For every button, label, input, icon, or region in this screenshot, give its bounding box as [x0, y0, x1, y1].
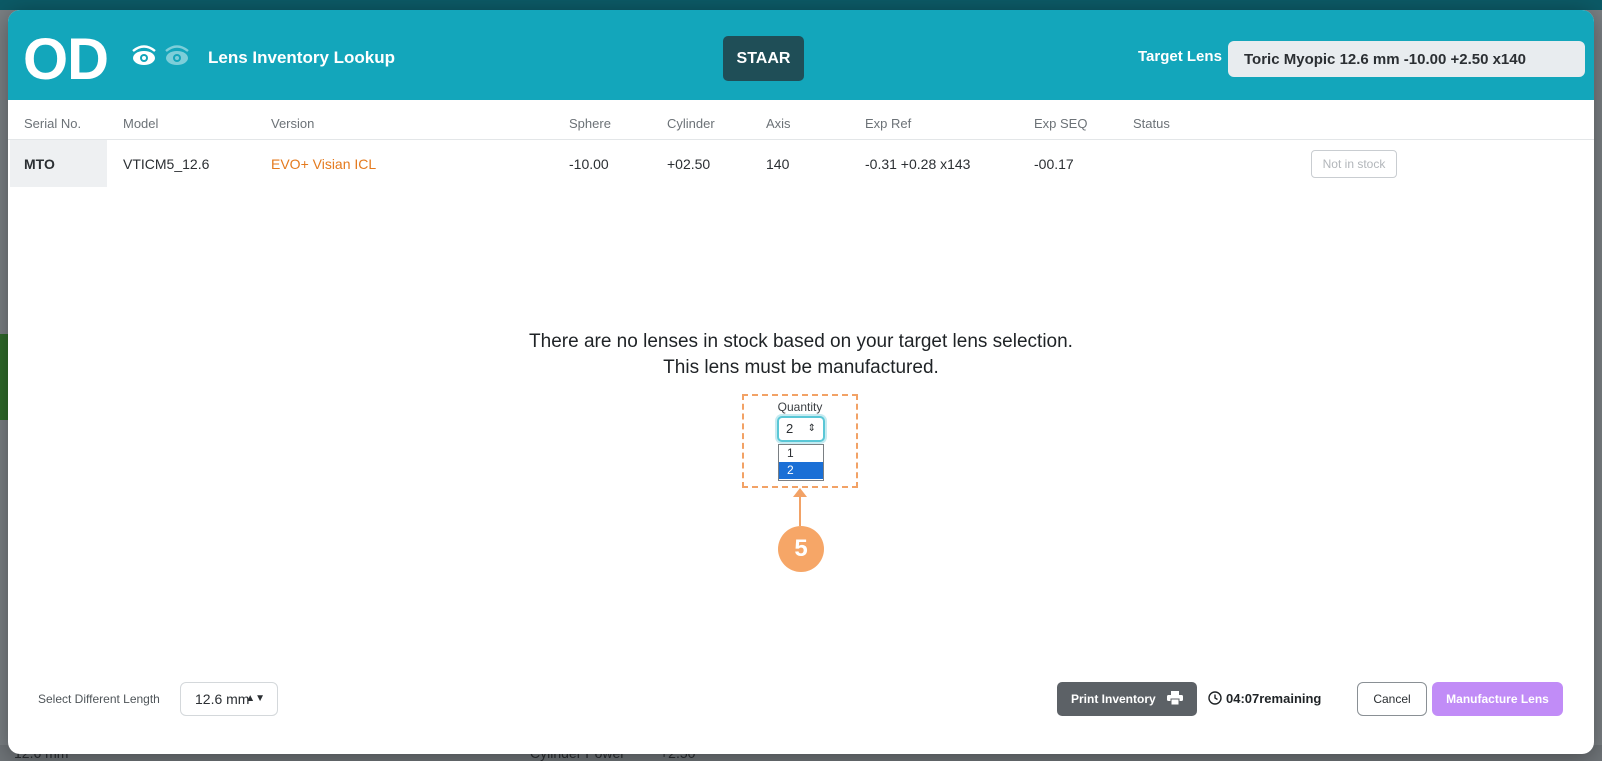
serial-value: MTO — [24, 156, 55, 172]
callout-step-badge: 5 — [778, 526, 824, 572]
length-select[interactable]: 12.6 mm ▲▼ — [180, 682, 278, 716]
column-header-axis: Axis — [766, 116, 791, 131]
sphere-value: -10.00 — [569, 156, 609, 172]
exp-ref-value: -0.31 +0.28 x143 — [865, 156, 971, 172]
column-header-exp-seq: Exp SEQ — [1034, 116, 1088, 131]
inventory-table: Serial No. Model Version Sphere Cylinder… — [8, 100, 1594, 187]
quantity-selected-value: 2 — [786, 421, 794, 436]
manufacture-lens-button[interactable]: Manufacture Lens — [1432, 682, 1563, 716]
cylinder-value: +02.50 — [667, 156, 711, 172]
no-stock-message: There are no lenses in stock based on yo… — [529, 331, 1073, 352]
column-header-exp-ref: Exp Ref — [865, 116, 912, 131]
quantity-label: Quantity — [777, 400, 823, 414]
callout-arrow-icon — [793, 488, 807, 497]
eye-icon[interactable] — [130, 44, 158, 66]
clock-icon — [1208, 691, 1222, 705]
target-lens-field[interactable] — [1228, 41, 1585, 77]
session-timer: 04:07remaining — [1208, 691, 1321, 706]
timer-value: 04:07 — [1226, 691, 1260, 706]
version-value: EVO+ Visian ICL — [271, 156, 377, 172]
column-header-model: Model — [123, 116, 159, 131]
column-header-version: Version — [271, 116, 315, 131]
printer-icon — [1167, 691, 1183, 705]
quantity-select[interactable]: 2 ⇕ — [777, 416, 825, 442]
length-label: Select Different Length — [38, 692, 160, 706]
print-inventory-button[interactable]: Print Inventory — [1057, 682, 1197, 716]
timer-suffix: remaining — [1259, 691, 1322, 706]
axis-value: 140 — [766, 156, 790, 172]
quantity-dropdown-list[interactable]: 1 2 — [778, 444, 824, 481]
length-value: 12.6 mm — [195, 691, 250, 707]
table-row[interactable]: MTO VTICM5_12.6 EVO+ Visian ICL -10.00 +… — [8, 140, 1594, 187]
model-value: VTICM5_12.6 — [123, 156, 210, 172]
print-inventory-label: Print Inventory — [1071, 692, 1156, 706]
cancel-button[interactable]: Cancel — [1357, 682, 1427, 716]
background-app-bar — [0, 0, 1602, 10]
not-in-stock-button[interactable]: Not in stock — [1311, 150, 1397, 178]
column-header-serial: Serial No. — [24, 116, 82, 131]
exp-seq-value: -00.17 — [1034, 156, 1074, 172]
quantity-option-2[interactable]: 2 — [779, 462, 823, 479]
eye-logo: OD — [23, 27, 109, 92]
column-header-cylinder: Cylinder — [667, 116, 715, 131]
eye-icon-secondary[interactable] — [163, 44, 191, 66]
serial-cell: MTO — [10, 140, 107, 187]
select-arrows-icon: ▲▼ — [245, 693, 265, 704]
page-title: Lens Inventory Lookup — [208, 48, 396, 67]
target-lens-label: Target Lens — [1138, 48, 1222, 65]
column-header-status: Status — [1133, 116, 1170, 131]
brand-badge: STAAR — [723, 36, 804, 81]
manufacture-message: This lens must be manufactured. — [663, 357, 939, 378]
column-header-sphere: Sphere — [569, 116, 611, 131]
lens-inventory-modal: OD Lens Inventory Lookup STAAR Target Le… — [8, 10, 1594, 754]
modal-header: OD Lens Inventory Lookup STAAR Target Le… — [8, 10, 1594, 100]
quantity-option-1[interactable]: 1 — [779, 445, 823, 462]
select-arrows-icon: ⇕ — [807, 423, 816, 434]
table-header: Serial No. Model Version Sphere Cylinder… — [8, 100, 1594, 140]
